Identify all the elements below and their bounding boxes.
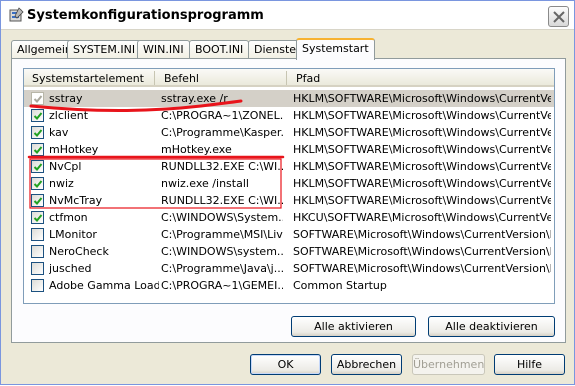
startup-list[interactable]: Systemstartelement Befehl Pfad sstray sst… bbox=[23, 68, 555, 304]
startup-path: Common Startup bbox=[293, 279, 387, 292]
list-item[interactable]: mHotkey mHotkey.exe HKLM\SOFTWARE\Microsof… bbox=[24, 141, 554, 158]
list-item[interactable]: nwiz nwiz.exe /install HKLM\SOFTWARE\Micro… bbox=[24, 175, 554, 192]
checkmark-icon bbox=[33, 112, 43, 120]
startup-element-name: Adobe Gamma Loader bbox=[49, 279, 159, 292]
column-header-path[interactable]: Pfad bbox=[296, 72, 320, 85]
close-icon bbox=[553, 11, 565, 23]
startup-path: HKLM\SOFTWARE\Microsoft\Windows\CurrentV… bbox=[293, 160, 551, 173]
startup-command: C:\Programme\Java\j... bbox=[161, 262, 283, 275]
column-divider[interactable] bbox=[286, 71, 287, 85]
list-item[interactable]: LMonitor C:\Programme\MSI\Liv... SOFTWARE\… bbox=[24, 226, 554, 243]
startup-path: HKLM\SOFTWARE\Microsoft\Windows\CurrentV… bbox=[293, 194, 551, 207]
checkmark-icon bbox=[33, 163, 43, 171]
startup-command: nwiz.exe /install bbox=[161, 177, 249, 190]
startup-element-name: kav bbox=[49, 126, 69, 139]
disable-all-button[interactable]: Alle deaktivieren bbox=[428, 316, 555, 337]
startup-command: C:\WINDOWS\System... bbox=[161, 211, 283, 224]
tab-dienste[interactable]: Dienste bbox=[248, 40, 303, 59]
startup-checkbox[interactable] bbox=[31, 160, 44, 173]
checkmark-icon bbox=[33, 214, 43, 222]
list-item[interactable]: NvMcTray RUNDLL32.EXE C:\WI... HKLM\SOFTWA… bbox=[24, 192, 554, 209]
checkmark-icon bbox=[33, 129, 43, 137]
startup-path: HKLM\SOFTWARE\Microsoft\Windows\CurrentV… bbox=[293, 143, 551, 156]
title-bar: Systemkonfigurationsprogramm bbox=[1, 1, 574, 30]
startup-checkbox[interactable] bbox=[31, 109, 44, 122]
column-header-element[interactable]: Systemstartelement bbox=[32, 72, 144, 85]
msconfig-window: Systemkonfigurationsprogramm Allgemein S… bbox=[0, 0, 575, 385]
startup-command: C:\PROGRA~1\ZONEL... bbox=[161, 109, 283, 122]
tab-win-ini[interactable]: WIN.INI bbox=[137, 40, 190, 59]
startup-element-name: LMonitor bbox=[49, 228, 97, 241]
startup-path: SOFTWARE\Microsoft\Windows\CurrentVersio… bbox=[293, 245, 551, 258]
startup-command: RUNDLL32.EXE C:\WI... bbox=[161, 160, 283, 173]
startup-command: sstray.exe /r bbox=[161, 92, 228, 105]
startup-checkbox[interactable] bbox=[31, 211, 44, 224]
startup-element-name: NvMcTray bbox=[49, 194, 103, 207]
apply-button[interactable]: Übernehmen bbox=[412, 354, 485, 375]
startup-path: HKLM\SOFTWARE\Microsoft\Windows\CurrentV… bbox=[293, 92, 551, 105]
tab-systemstart[interactable]: Systemstart bbox=[296, 38, 375, 60]
cancel-button[interactable]: Abbrechen bbox=[331, 354, 402, 375]
checkmark-icon bbox=[33, 197, 43, 205]
list-item[interactable]: jusched C:\Programme\Java\j... SOFTWARE\Mi… bbox=[24, 260, 554, 277]
list-item[interactable]: NvCpl RUNDLL32.EXE C:\WI... HKLM\SOFTWARE\… bbox=[24, 158, 554, 175]
startup-checkbox[interactable] bbox=[31, 143, 44, 156]
startup-checkbox[interactable] bbox=[31, 177, 44, 190]
tab-boot-ini[interactable]: BOOT.INI bbox=[189, 40, 250, 59]
startup-checkbox[interactable] bbox=[31, 194, 44, 207]
startup-command: C:\Programme\MSI\Liv... bbox=[161, 228, 283, 241]
startup-command: RUNDLL32.EXE C:\WI... bbox=[161, 194, 283, 207]
startup-path: HKLM\SOFTWARE\Microsoft\Windows\CurrentV… bbox=[293, 177, 551, 190]
startup-element-name: ctfmon bbox=[49, 211, 88, 224]
startup-path: HKLM\SOFTWARE\Microsoft\Windows\CurrentV… bbox=[293, 109, 551, 122]
column-header-command[interactable]: Befehl bbox=[164, 72, 199, 85]
list-item[interactable]: Adobe Gamma LoaderC:\PROGRA~1\GEMEI... Co… bbox=[24, 277, 554, 294]
startup-command: mHotkey.exe bbox=[161, 143, 232, 156]
checkmark-icon bbox=[33, 180, 43, 188]
window-title: Systemkonfigurationsprogramm bbox=[27, 8, 264, 23]
startup-command: C:\Programme\Kasper... bbox=[161, 126, 283, 139]
startup-element-name: sstray bbox=[49, 92, 83, 105]
startup-path: SOFTWARE\Microsoft\Windows\CurrentVersio… bbox=[293, 262, 551, 275]
list-item[interactable]: kav C:\Programme\Kasper... HKLM\SOFTWARE\M… bbox=[24, 124, 554, 141]
column-divider[interactable] bbox=[154, 71, 155, 85]
msconfig-icon bbox=[8, 7, 24, 23]
close-button[interactable] bbox=[548, 6, 569, 27]
tab-system-ini[interactable]: SYSTEM.INI bbox=[67, 40, 142, 59]
startup-command: C:\PROGRA~1\GEMEI... bbox=[161, 279, 283, 292]
list-item[interactable]: sstray sstray.exe /r HKLM\SOFTWARE\Microso… bbox=[24, 90, 554, 107]
startup-checkbox[interactable] bbox=[31, 92, 44, 105]
enable-all-button[interactable]: Alle aktivieren bbox=[291, 316, 416, 337]
list-item[interactable]: ctfmon C:\WINDOWS\System... HKCU\SOFTWARE\… bbox=[24, 209, 554, 226]
ok-button[interactable]: OK bbox=[250, 354, 321, 375]
startup-element-name: zlclient bbox=[49, 109, 89, 122]
startup-path: SOFTWARE\Microsoft\Windows\CurrentVersio… bbox=[293, 228, 551, 241]
startup-checkbox[interactable] bbox=[31, 262, 44, 275]
list-header: Systemstartelement Befehl Pfad bbox=[24, 69, 554, 87]
startup-path: HKCU\SOFTWARE\Microsoft\Windows\CurrentV… bbox=[293, 211, 551, 224]
startup-element-name: jusched bbox=[49, 262, 92, 275]
help-button[interactable]: Hilfe bbox=[494, 354, 565, 375]
startup-checkbox[interactable] bbox=[31, 126, 44, 139]
startup-checkbox[interactable] bbox=[31, 279, 44, 292]
startup-element-name: mHotkey bbox=[49, 143, 99, 156]
startup-command: C:\WINDOWS\system... bbox=[161, 245, 283, 258]
checkmark-icon bbox=[33, 95, 43, 103]
startup-element-name: NeroCheck bbox=[49, 245, 109, 258]
list-item[interactable]: zlclient C:\PROGRA~1\ZONEL... HKLM\SOFTWAR… bbox=[24, 107, 554, 124]
list-item[interactable]: NeroCheck C:\WINDOWS\system... SOFTWARE\Mi… bbox=[24, 243, 554, 260]
startup-element-name: NvCpl bbox=[49, 160, 82, 173]
startup-element-name: nwiz bbox=[49, 177, 74, 190]
checkmark-icon bbox=[33, 146, 43, 154]
startup-checkbox[interactable] bbox=[31, 228, 44, 241]
startup-checkbox[interactable] bbox=[31, 245, 44, 258]
startup-path: HKLM\SOFTWARE\Microsoft\Windows\CurrentV… bbox=[293, 126, 551, 139]
